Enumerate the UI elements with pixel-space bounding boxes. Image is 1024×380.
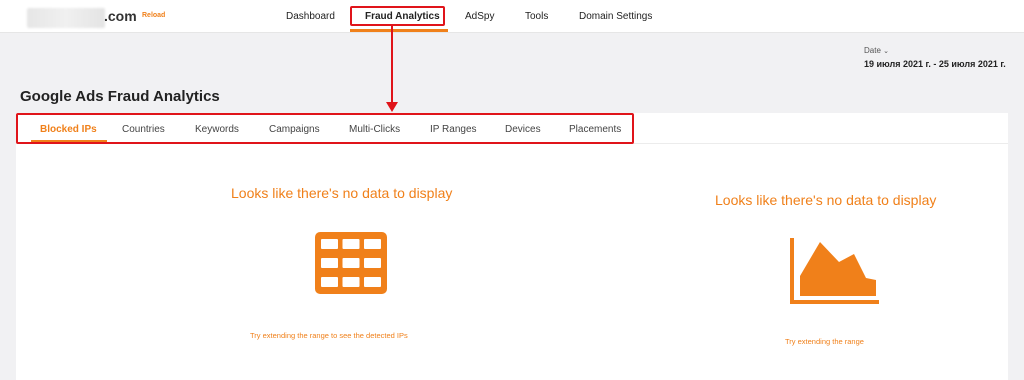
right-empty-state-title: Looks like there's no data to display: [715, 192, 937, 208]
annotation-tabs-box: [16, 113, 634, 144]
date-range-container[interactable]: 19 июля 2021 г. - 25 июля 2021 г.: [860, 55, 1006, 73]
annotation-arrow-line: [391, 26, 393, 104]
annotation-highlight-box: [350, 6, 445, 26]
date-range-value: 19 июля 2021 г. - 25 июля 2021 г.: [864, 59, 1006, 69]
left-hint-text: Try extending the range to see the detec…: [250, 331, 408, 340]
nav-adspy[interactable]: AdSpy: [465, 11, 494, 22]
chevron-down-icon: ⌄: [883, 48, 890, 55]
active-nav-indicator: [350, 29, 448, 32]
reload-link[interactable]: Reload: [142, 12, 165, 19]
nav-tools[interactable]: Tools: [525, 11, 548, 22]
annotation-arrow-head: [386, 102, 398, 112]
date-label-text: Date: [864, 46, 881, 55]
right-hint-text: Try extending the range: [785, 337, 864, 346]
domain-name-redacted: [27, 8, 105, 28]
nav-domain-settings[interactable]: Domain Settings: [579, 11, 652, 22]
left-empty-state-title: Looks like there's no data to display: [231, 185, 453, 201]
nav-dashboard[interactable]: Dashboard: [286, 11, 335, 22]
page-title: Google Ads Fraud Analytics: [20, 88, 220, 105]
domain-suffix: .com: [104, 8, 137, 24]
area-chart-icon: [790, 238, 879, 304]
date-picker-label[interactable]: Date ⌄: [864, 46, 889, 55]
table-grid-icon: [315, 232, 387, 294]
